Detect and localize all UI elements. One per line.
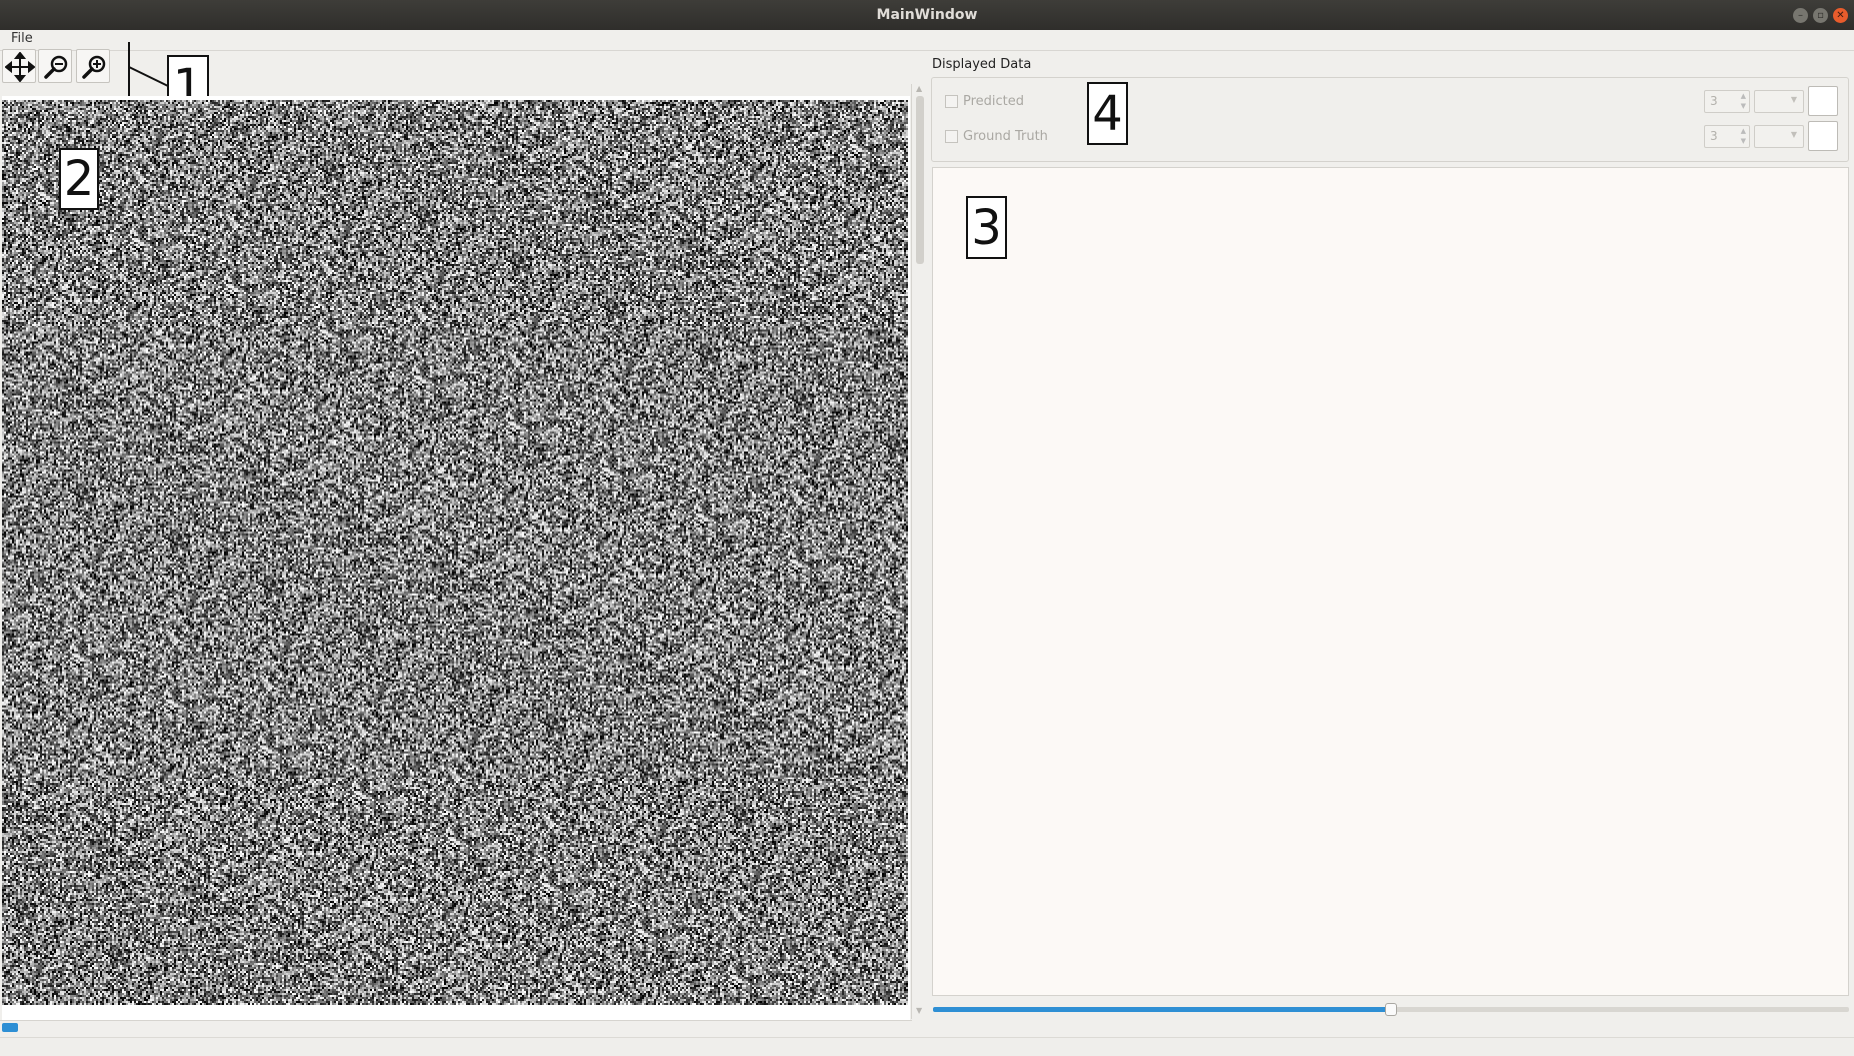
- spin-down-icon[interactable]: ▼: [1741, 102, 1746, 110]
- ground-truth-combobox[interactable]: ▼: [1754, 125, 1804, 148]
- title-bar: MainWindow – ▫ ✕: [0, 0, 1854, 30]
- frame-slider-handle[interactable]: [1385, 1003, 1397, 1016]
- predicted-combobox[interactable]: ▼: [1754, 90, 1804, 113]
- annotation-label-2: 2: [59, 148, 99, 210]
- predicted-label: Predicted: [963, 94, 1025, 109]
- predicted-checkbox[interactable]: [945, 95, 958, 108]
- zoom-out-button[interactable]: [38, 49, 72, 83]
- ground-truth-color-button[interactable]: [1808, 121, 1838, 151]
- displayed-data-title: Displayed Data: [932, 57, 1032, 72]
- scrollbar-thumb[interactable]: [916, 96, 924, 264]
- ground-truth-spin-value: 3: [1710, 129, 1718, 143]
- data-display-panel: [932, 167, 1849, 996]
- annotation-label-3: 3: [966, 196, 1007, 259]
- zoom-out-icon: [44, 55, 68, 79]
- horizontal-scrollbar[interactable]: [0, 1020, 912, 1033]
- pan-button[interactable]: [2, 49, 36, 83]
- move-arrows-icon: [5, 52, 35, 82]
- status-bar: [0, 1037, 1854, 1056]
- ground-truth-checkbox[interactable]: [945, 130, 958, 143]
- minimize-button[interactable]: –: [1793, 8, 1808, 23]
- ground-truth-spinbox[interactable]: 3 ▲ ▼: [1704, 125, 1750, 148]
- horizontal-scroll-handle[interactable]: [2, 1023, 18, 1032]
- frame-slider-fill: [933, 1007, 1391, 1012]
- predicted-color-button[interactable]: [1808, 86, 1838, 116]
- predicted-spin-value: 3: [1710, 94, 1718, 108]
- close-button[interactable]: ✕: [1833, 8, 1848, 23]
- displayed-data-group: Predicted Ground Truth 3 ▲ ▼ ▼ 3 ▲ ▼ ▼: [931, 77, 1849, 162]
- vertical-scrollbar[interactable]: ▲ ▼: [911, 84, 928, 1019]
- predicted-spinbox[interactable]: 3 ▲ ▼: [1704, 90, 1750, 113]
- chevron-down-icon: ▼: [1790, 130, 1797, 139]
- scroll-up-icon[interactable]: ▲: [916, 84, 922, 93]
- scroll-down-icon[interactable]: ▼: [916, 1006, 922, 1015]
- menu-bar: File: [0, 30, 1854, 51]
- callout-line-diagonal: [128, 66, 169, 87]
- spin-up-icon[interactable]: ▲: [1741, 92, 1746, 100]
- noise-image[interactable]: [2, 100, 908, 1005]
- annotation-label-4: 4: [1087, 82, 1128, 145]
- menu-file[interactable]: File: [11, 31, 33, 46]
- zoom-in-button[interactable]: [76, 49, 110, 83]
- ground-truth-label: Ground Truth: [963, 129, 1048, 144]
- chevron-down-icon: ▼: [1790, 95, 1797, 104]
- window-title: MainWindow: [876, 7, 978, 23]
- spin-up-icon[interactable]: ▲: [1741, 127, 1746, 135]
- spin-down-icon[interactable]: ▼: [1741, 137, 1746, 145]
- zoom-in-icon: [82, 55, 106, 79]
- maximize-button[interactable]: ▫: [1813, 8, 1828, 23]
